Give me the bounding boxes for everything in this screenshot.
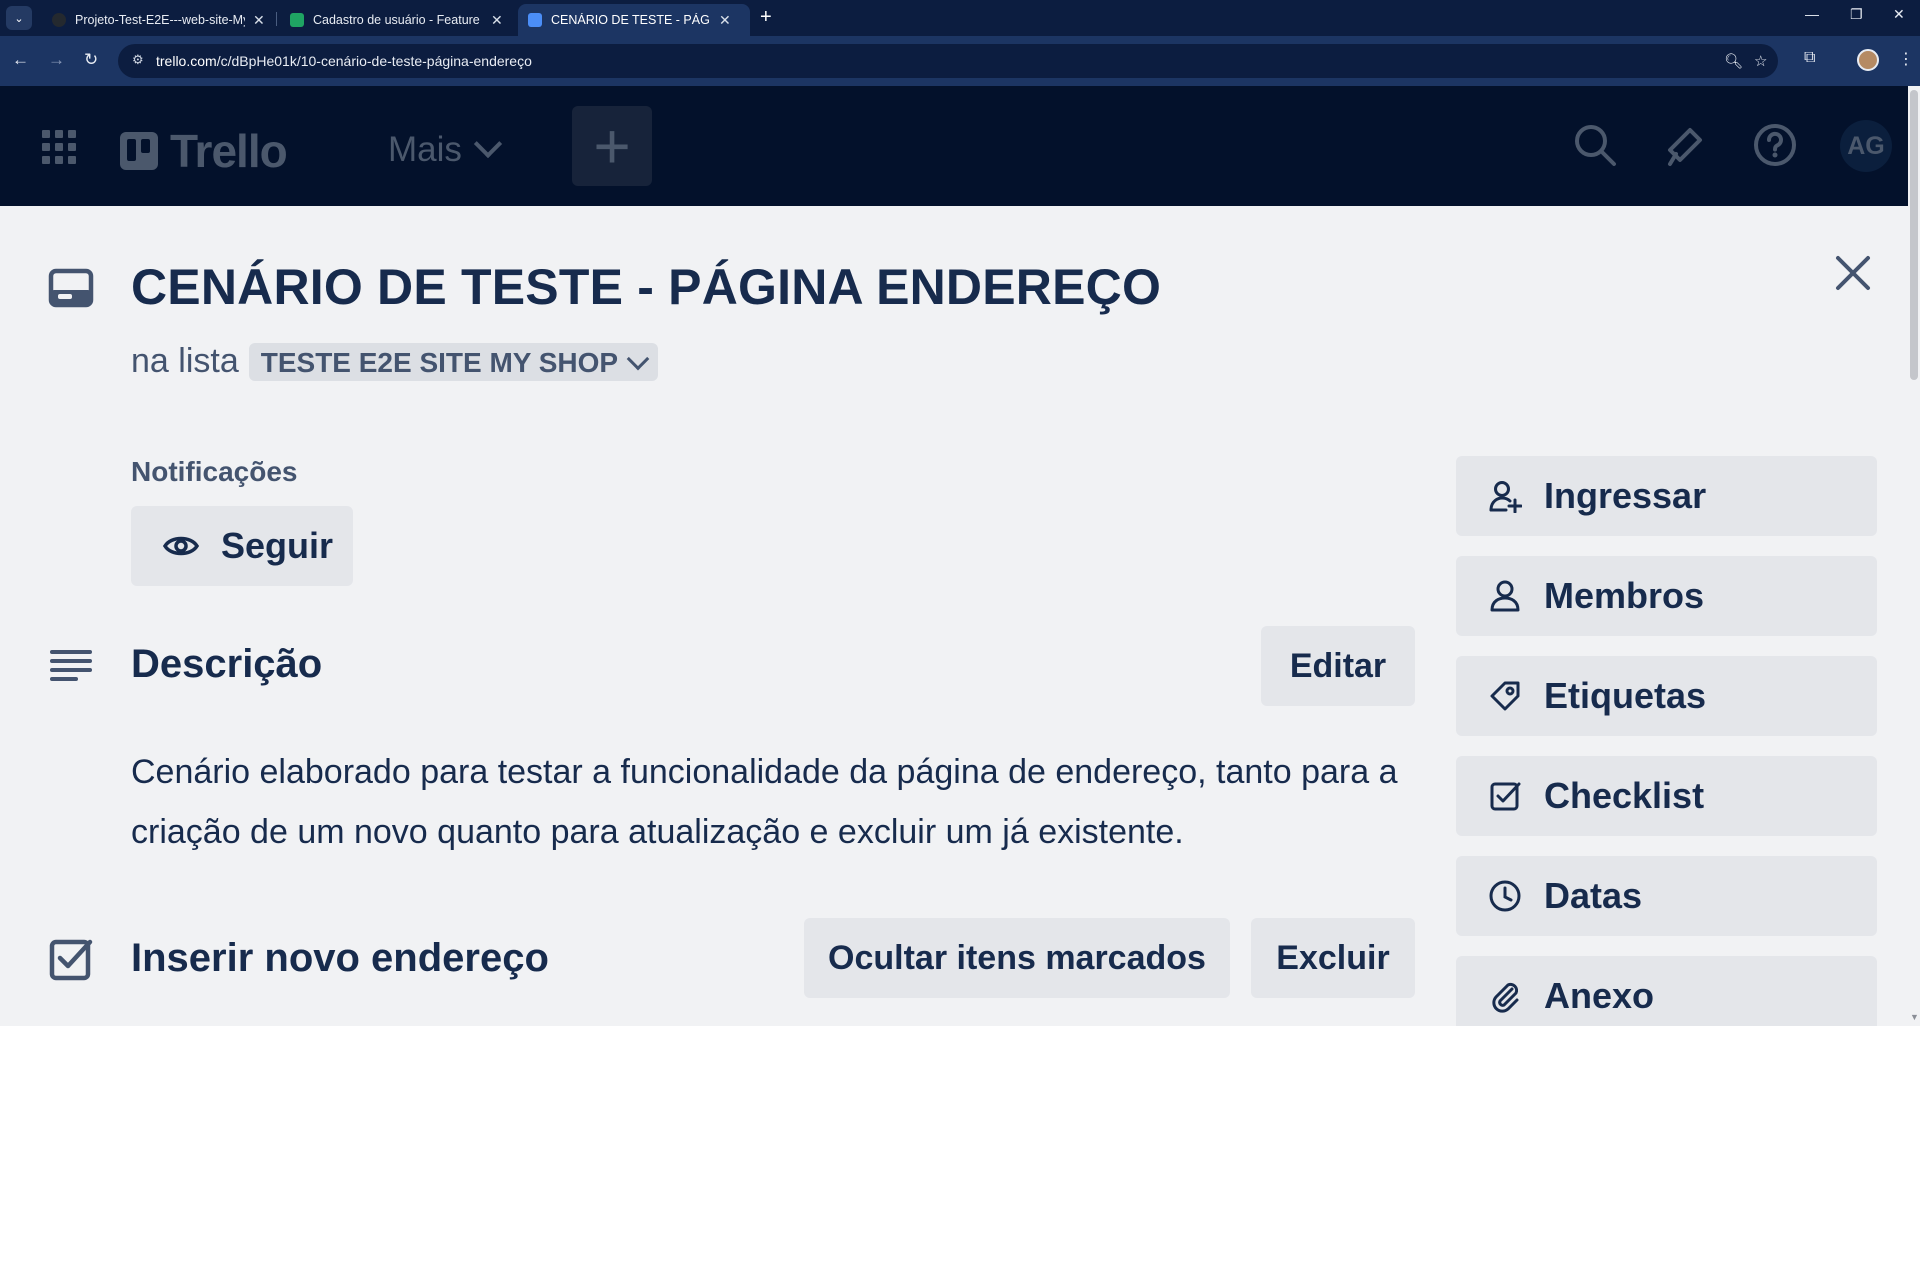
site-info-icon[interactable]: ⚙ (132, 52, 144, 68)
scroll-down-icon[interactable]: ▼ (1910, 1012, 1919, 1022)
attachment-button[interactable]: Anexo (1456, 956, 1877, 1026)
list-location: na lista TESTE E2E SITE MY SHOP (131, 342, 659, 381)
tab-bar: ⌄ Projeto-Test-E2E---web-site-My ✕ Cadas… (0, 0, 1920, 36)
zoom-icon[interactable]: 🔍︎ (1724, 52, 1743, 70)
profile-avatar[interactable] (1857, 49, 1879, 71)
labels-button[interactable]: Etiquetas (1456, 656, 1877, 736)
checkbox-icon (1490, 782, 1521, 811)
join-button[interactable]: Ingressar (1456, 456, 1877, 536)
close-tab-icon[interactable]: ✕ (491, 12, 503, 29)
follow-button[interactable]: Seguir (131, 506, 353, 586)
tab-title: CENÁRIO DE TESTE - PÁGINA EI (551, 13, 711, 27)
close-tab-icon[interactable]: ✕ (253, 12, 265, 29)
url-input[interactable]: ⚙ trello.com/c/dBpHe01k/10-cenário-de-te… (118, 44, 1778, 78)
person-add-icon (1489, 481, 1522, 513)
notifications-label: Notificações (131, 456, 298, 487)
description-icon (50, 650, 92, 681)
trello-favicon-icon (528, 13, 542, 27)
trello-logo[interactable]: Trello (120, 124, 288, 178)
create-button[interactable]: + (572, 106, 652, 186)
checklist-title[interactable]: Inserir novo endereço (131, 936, 549, 981)
eye-icon (163, 536, 199, 556)
card-detail-modal: CENÁRIO DE TESTE - PÁGINA ENDEREÇO na li… (0, 206, 1908, 1026)
new-tab-button[interactable]: + (760, 6, 772, 29)
trello-header: Trello Mais + AG (0, 86, 1920, 206)
description-heading: Descrição (131, 642, 323, 686)
paperclip-icon (1492, 982, 1519, 1013)
tab-trello[interactable]: CENÁRIO DE TESTE - PÁGINA EI ✕ (518, 4, 750, 36)
tab-github[interactable]: Projeto-Test-E2E---web-site-My ✕ (42, 4, 275, 36)
label-icon (1490, 681, 1520, 711)
checklist-icon (49, 939, 93, 981)
tab-title: Projeto-Test-E2E---web-site-My (75, 13, 245, 27)
browser-viewport: ⌄ Projeto-Test-E2E---web-site-My ✕ Cadas… (0, 0, 1920, 1026)
app-switcher-icon[interactable] (42, 130, 76, 164)
checklist-button[interactable]: Checklist (1456, 756, 1877, 836)
search-icon[interactable] (1572, 122, 1618, 168)
trello-logo-icon (120, 132, 158, 170)
close-window-icon[interactable]: ✕ (1893, 6, 1905, 23)
list-selector[interactable]: TESTE E2E SITE MY SHOP (248, 342, 659, 381)
clock-icon (1489, 880, 1521, 912)
notifications-icon[interactable] (1662, 122, 1708, 168)
url-text: trello.com/c/dBpHe01k/10-cenário-de-test… (156, 53, 532, 69)
tab-title: Cadastro de usuário - Feature - (313, 13, 483, 27)
dates-button[interactable]: Datas (1456, 856, 1877, 936)
github-icon (52, 13, 66, 27)
reload-icon[interactable]: ↻ (84, 50, 98, 70)
delete-checklist-button[interactable]: Excluir (1251, 918, 1415, 998)
chevron-down-icon (473, 129, 503, 159)
menu-icon[interactable]: ⋮ (1898, 49, 1914, 69)
sheets-icon (290, 13, 304, 27)
address-bar: ← → ↻ ⚙ trello.com/c/dBpHe01k/10-cenário… (0, 36, 1920, 86)
description-text[interactable]: Cenário elaborado para testar a funciona… (131, 742, 1421, 862)
restore-icon[interactable]: ❐ (1850, 6, 1863, 23)
extensions-icon[interactable]: ⧉ (1804, 49, 1815, 67)
forward-icon[interactable]: → (48, 50, 65, 70)
card-icon (48, 268, 94, 308)
close-icon[interactable] (1830, 250, 1876, 296)
minimize-icon[interactable]: — (1805, 6, 1819, 22)
person-icon (1490, 580, 1520, 612)
tab-search-button[interactable]: ⌄ (6, 6, 32, 30)
member-avatar[interactable]: AG (1840, 120, 1892, 172)
in-list-label: na lista (131, 342, 239, 380)
edit-description-button[interactable]: Editar (1261, 626, 1415, 706)
back-icon[interactable]: ← (12, 50, 29, 70)
hide-checked-items-button[interactable]: Ocultar itens marcados (804, 918, 1230, 998)
more-menu-button[interactable]: Mais (388, 129, 503, 170)
bookmark-star-icon[interactable]: ☆ (1754, 52, 1767, 70)
members-button[interactable]: Membros (1456, 556, 1877, 636)
scrollbar-thumb[interactable] (1910, 90, 1918, 380)
chevron-down-icon (626, 347, 650, 370)
card-title[interactable]: CENÁRIO DE TESTE - PÁGINA ENDEREÇO (131, 258, 1161, 316)
tab-sheets[interactable]: Cadastro de usuário - Feature - ✕ (280, 4, 513, 36)
help-icon[interactable] (1752, 122, 1798, 168)
close-tab-icon[interactable]: ✕ (719, 12, 731, 29)
